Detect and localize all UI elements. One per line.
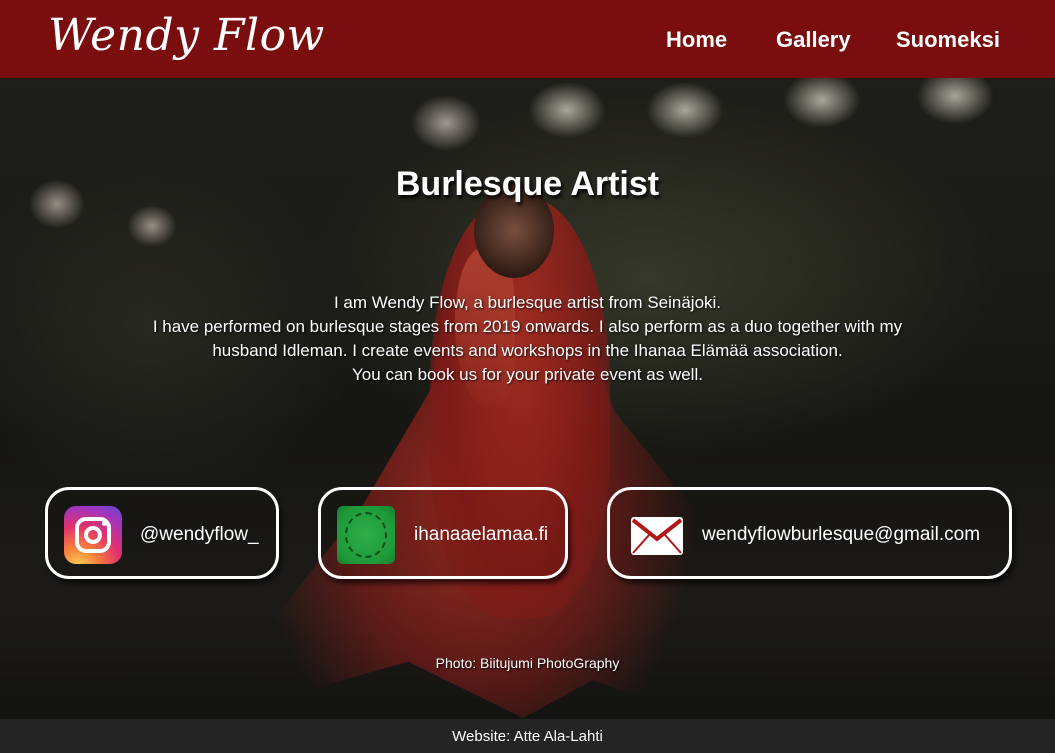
email-contact-card[interactable]: wendyflowburlesque@gmail.com [607,487,1012,579]
instagram-handle: @wendyflow_ [140,524,259,545]
email-address: wendyflowburlesque@gmail.com [702,524,981,545]
bio-line: I am Wendy Flow, a burlesque artist from… [333,293,722,312]
photo-credit: Photo: Biitujumi PhotoGraphy [435,655,620,671]
page-title: Burlesque Artist [395,165,660,203]
bio-paragraph: I am Wendy Flow, a burlesque artist from… [0,291,1055,387]
association-website: ihanaaelamaa.fi [414,524,549,545]
ihanaa-elamaa-logo-icon [337,506,395,564]
site-header: Wendy Flow Home Gallery Suomeksi [0,0,1055,78]
nav-home-link[interactable]: Home [666,27,727,53]
bio-line: I have performed on burlesque stages fro… [152,317,903,336]
bio-line: husband Idleman. I create events and wor… [212,341,843,360]
instagram-icon [64,506,122,564]
site-logo[interactable]: Wendy Flow [48,10,325,61]
nav-gallery-link[interactable]: Gallery [776,27,851,53]
mail-icon [631,517,683,555]
footer-credit: Website: Atte Ala-Lahti [452,728,603,745]
association-contact-card[interactable]: ihanaaelamaa.fi [318,487,568,579]
site-footer: Website: Atte Ala-Lahti [0,719,1055,753]
instagram-contact-card[interactable]: @wendyflow_ [45,487,279,579]
hero-section: Burlesque Artist I am Wendy Flow, a burl… [0,78,1055,719]
nav-suomeksi-link[interactable]: Suomeksi [896,27,1000,53]
bio-line: You can book us for your private event a… [352,365,703,384]
